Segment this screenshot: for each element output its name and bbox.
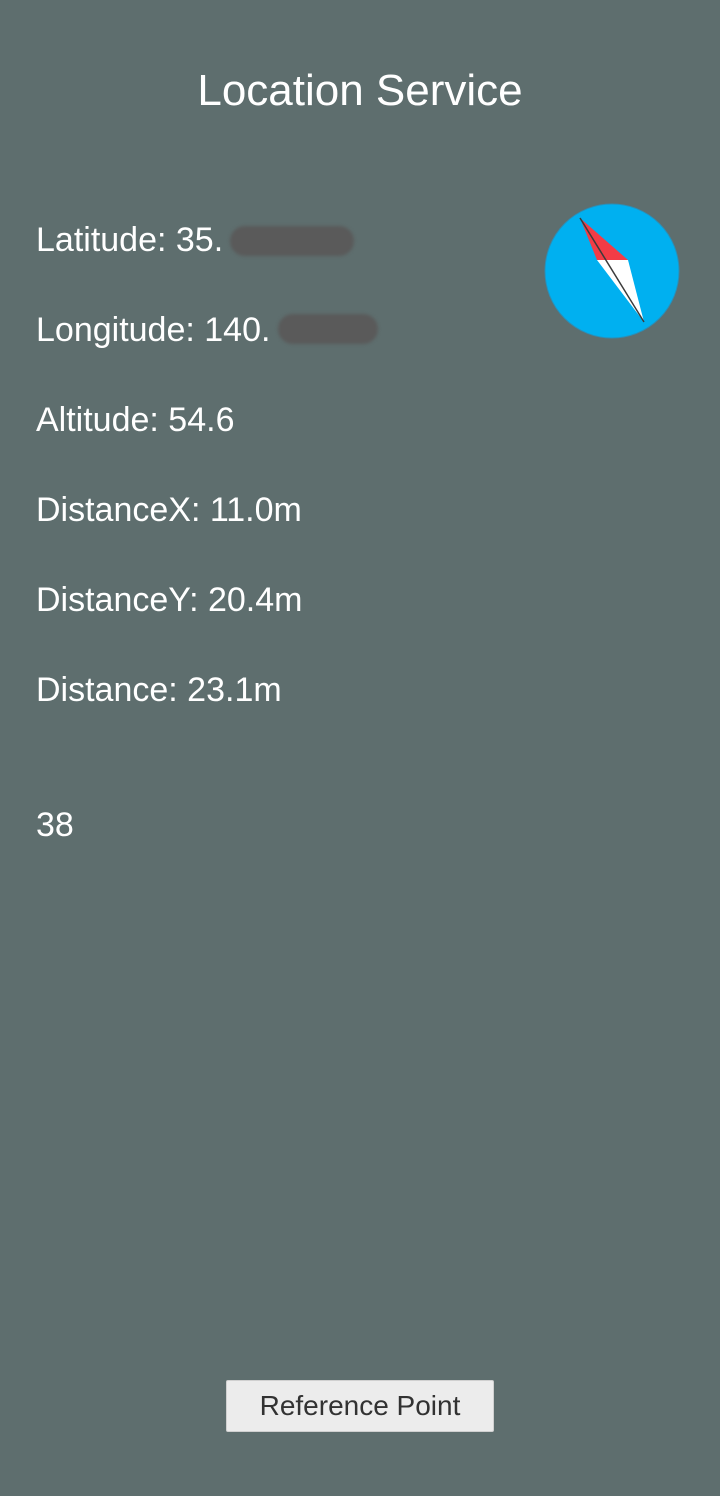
distance-text: Distance: 23.1m bbox=[36, 671, 282, 709]
heading-value: 38 bbox=[36, 806, 74, 844]
distance-y-text: DistanceY: 20.4m bbox=[36, 581, 303, 619]
latitude-text: Latitude: 35. bbox=[36, 221, 224, 259]
latitude-line: Latitude: 35. bbox=[36, 220, 223, 260]
compass-icon bbox=[543, 202, 681, 340]
altitude-text: Altitude: 54.6 bbox=[36, 401, 235, 439]
longitude-text: Longitude: 140. bbox=[36, 311, 271, 349]
longitude-redaction bbox=[278, 314, 378, 344]
page-title: Location Service bbox=[197, 66, 523, 115]
distance-x-text: DistanceX: 11.0m bbox=[36, 491, 302, 529]
reference-point-button[interactable]: Reference Point bbox=[226, 1380, 494, 1432]
latitude-redaction bbox=[230, 226, 354, 256]
longitude-line: Longitude: 140. bbox=[36, 310, 270, 350]
